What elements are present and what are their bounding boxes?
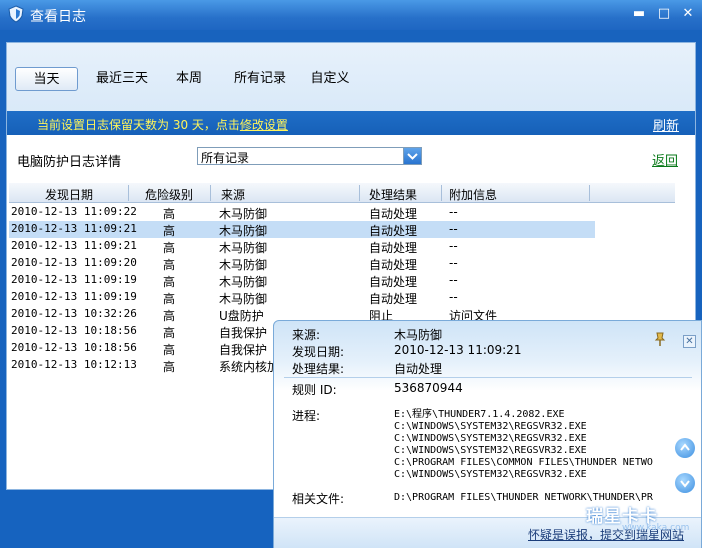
popup-file-label: 相关文件: [292,492,345,506]
popup-result-value: 自动处理 [394,362,443,376]
cell-source: 木马防御 [219,224,268,238]
retention-notice: 当前设置日志保留天数为 30 天，点击修改设置 [37,116,288,133]
popup-source-value: 木马防御 [394,328,443,342]
shield-icon [8,5,24,23]
col-result[interactable]: 处理结果 [369,186,417,203]
popup-source-label: 来源: [292,328,321,342]
tab-today[interactable]: 当天 [15,67,78,91]
table-header: 发现日期 危险级别 来源 处理结果 附加信息 [9,183,675,203]
title-bar[interactable]: 查看日志 ▬ □ ✕ [0,0,702,30]
cell-info: -- [449,273,458,287]
notice-bar: 当前设置日志保留天数为 30 天，点击修改设置 刷新 [7,111,695,135]
col-info[interactable]: 附加信息 [449,186,497,203]
maximize-icon[interactable]: □ [657,7,671,21]
cell-date: 2010-12-13 11:09:21 [11,222,137,235]
process-path: C:\WINDOWS\SYSTEM32\REGSVR32.EXE [394,433,587,444]
cell-date: 2010-12-13 11:09:21 [11,239,137,252]
log-viewer-window: 查看日志 ▬ □ ✕ 当天 最近三天 本周 所有记录 自定义 当前设置日志保留天… [0,0,702,548]
chevron-down-icon[interactable] [403,148,421,164]
cell-result: 自动处理 [369,224,418,238]
cell-result: 自动处理 [369,258,418,272]
cell-level: 高 [163,258,176,272]
popup-process-label: 进程: [292,409,321,423]
col-level[interactable]: 危险级别 [145,186,193,203]
table-row[interactable]: 2010-12-13 11:09:19 高 木马防御 自动处理 -- [9,289,595,306]
cell-date: 2010-12-13 11:09:22 [11,205,137,218]
cell-level: 高 [163,241,176,255]
process-path: C:\WINDOWS\SYSTEM32\REGSVR32.EXE [394,469,587,480]
table-row[interactable]: 2010-12-13 11:09:20 高 木马防御 自动处理 -- [9,255,595,272]
watermark-url: www.kaka.com [622,523,690,533]
cell-source: 木马防御 [219,275,268,289]
process-path: E:\程序\THUNDER7.1.4.2082.EXE [394,409,565,420]
cell-date: 2010-12-13 10:18:56 [11,341,137,354]
notice-text: 当前设置日志保留天数为 30 天，点击 [37,118,240,132]
refresh-link[interactable]: 刷新 [653,115,679,134]
record-filter-select[interactable]: 所有记录 [197,147,422,165]
close-icon[interactable]: ✕ [681,7,695,21]
table-row[interactable]: 2010-12-13 11:09:19 高 木马防御 自动处理 -- [9,272,595,289]
cell-level: 高 [163,224,176,238]
scroll-up-icon[interactable] [675,438,695,458]
tab-this-week[interactable]: 本周 [167,67,211,91]
popup-date-value: 2010-12-13 11:09:21 [394,343,522,357]
cell-source: 自我保护 [219,343,268,357]
cell-info: -- [449,222,458,236]
cell-date: 2010-12-13 11:09:20 [11,256,137,269]
process-path: C:\WINDOWS\SYSTEM32\REGSVR32.EXE [394,445,587,456]
cell-source: 自我保护 [219,326,268,340]
cell-date: 2010-12-13 11:09:19 [11,290,137,303]
cell-level: 高 [163,309,176,323]
table-row[interactable]: 2010-12-13 11:09:21 高 木马防御 自动处理 -- [9,221,595,238]
cell-result: 自动处理 [369,241,418,255]
log-detail-label: 电脑防护日志详情 [17,155,122,170]
cell-result: 自动处理 [369,275,418,289]
cell-result: 自动处理 [369,207,418,221]
pin-icon[interactable] [652,331,668,347]
cell-info: -- [449,290,458,304]
col-date[interactable]: 发现日期 [45,186,93,203]
cell-level: 高 [163,207,176,221]
cell-source: 木马防御 [219,207,268,221]
popup-result-label: 处理结果: [292,362,345,376]
cell-info: -- [449,239,458,253]
popup-rule-value: 536870944 [394,381,463,395]
cell-source: 木马防御 [219,292,268,306]
select-value: 所有记录 [201,151,250,165]
popup-close-icon[interactable]: ✕ [683,335,696,348]
tab-custom[interactable]: 自定义 [305,67,355,91]
table-row[interactable]: 2010-12-13 11:09:22 高 木马防御 自动处理 -- [9,204,595,221]
cell-date: 2010-12-13 10:18:56 [11,324,137,337]
process-path: C:\PROGRAM FILES\COMMON FILES\THUNDER NE… [394,457,653,468]
tab-last-three-days[interactable]: 最近三天 [89,67,155,91]
scroll-down-icon[interactable] [675,473,695,493]
table-row[interactable]: 2010-12-13 11:09:21 高 木马防御 自动处理 -- [9,238,595,255]
cell-result: 自动处理 [369,292,418,306]
cell-source: 木马防御 [219,258,268,272]
back-link[interactable]: 返回 [652,150,678,169]
cell-date: 2010-12-13 11:09:19 [11,273,137,286]
tab-all-records[interactable]: 所有记录 [229,67,291,91]
process-path: C:\WINDOWS\SYSTEM32\REGSVR32.EXE [394,421,587,432]
cell-source: 木马防御 [219,241,268,255]
cell-level: 高 [163,343,176,357]
cell-level: 高 [163,326,176,340]
popup-rule-label: 规则 ID: [292,383,337,397]
popup-date-label: 发现日期: [292,345,345,359]
cell-date: 2010-12-13 10:32:26 [11,307,137,320]
cell-source: U盘防护 [219,309,264,323]
cell-info: -- [449,205,458,219]
window-title: 查看日志 [30,9,86,25]
popup-divider [284,377,692,378]
cell-level: 高 [163,360,176,374]
cell-level: 高 [163,275,176,289]
minimize-icon[interactable]: ▬ [632,7,646,21]
cell-level: 高 [163,292,176,306]
col-source[interactable]: 来源 [221,186,245,203]
cell-source: 系统内核加 [219,360,280,374]
cell-date: 2010-12-13 10:12:13 [11,358,137,371]
cell-info: -- [449,256,458,270]
modify-settings-link[interactable]: 修改设置 [240,118,288,132]
